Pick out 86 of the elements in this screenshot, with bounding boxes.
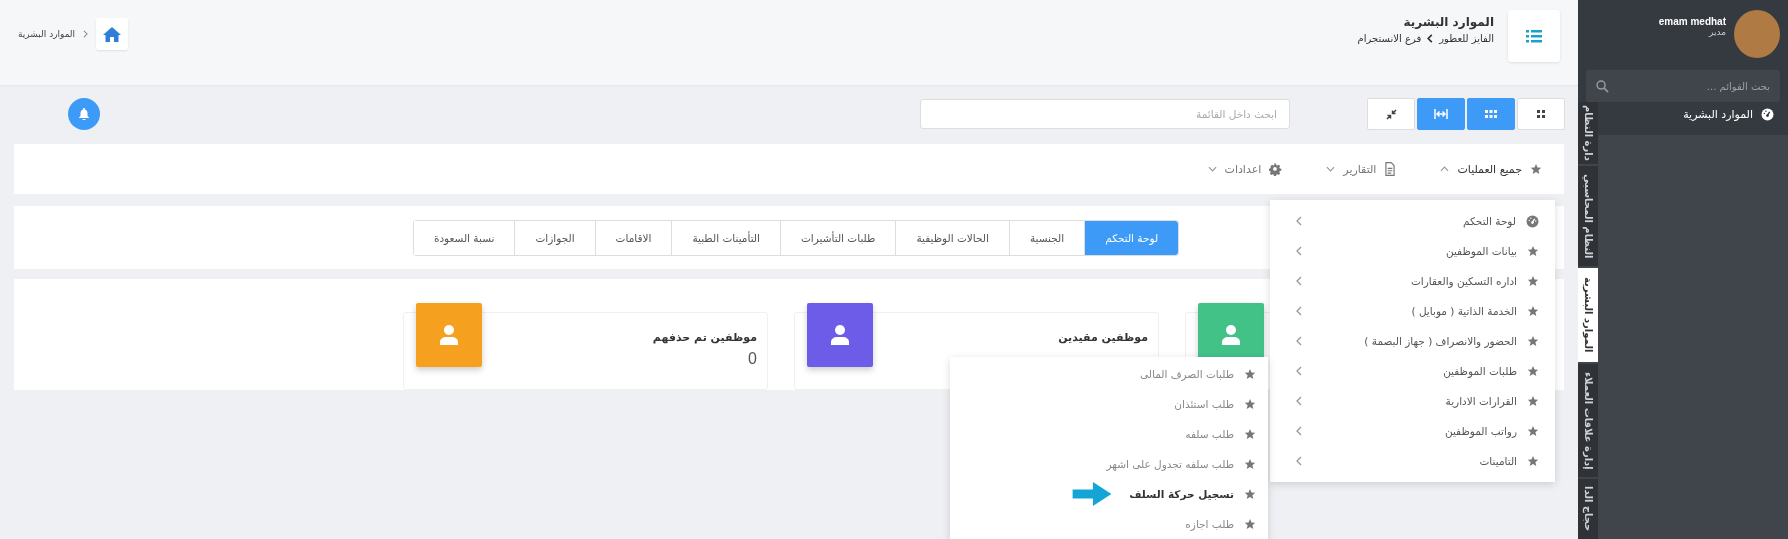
- star-icon: [1244, 458, 1256, 470]
- menu-item[interactable]: الخدمة الذاتية ( موبايل ): [1270, 296, 1555, 326]
- user-icon: [440, 325, 458, 345]
- user-role: مدير: [1709, 27, 1726, 37]
- chevron-left-icon: [1296, 216, 1302, 226]
- chevron-left-icon: [1296, 396, 1302, 406]
- sidebar-item[interactable]: الموارد البشرية: [1598, 102, 1788, 135]
- settings-icon: [1269, 162, 1283, 176]
- page-title: الموارد البشرية: [1402, 15, 1494, 29]
- star-icon: [1527, 335, 1539, 347]
- stat-value: 0: [748, 350, 757, 368]
- chevron-left-icon: [1296, 306, 1302, 316]
- search-icon: [1596, 80, 1609, 93]
- submenu-item[interactable]: طلب سلفه: [950, 419, 1268, 449]
- star-icon: [1527, 455, 1539, 467]
- star-icon: [1244, 518, 1256, 530]
- menu-button[interactable]: [1508, 10, 1560, 62]
- chevron-left-icon: [1296, 276, 1302, 286]
- bell-icon: [79, 108, 89, 120]
- user-icon: [831, 325, 849, 345]
- menu-item[interactable]: رواتب الموظفين: [1270, 416, 1555, 446]
- star-icon: [1244, 398, 1256, 410]
- menu-item[interactable]: لوحة التحكم: [1270, 206, 1555, 236]
- stat-title: موظفين مقيدين: [1058, 331, 1148, 344]
- submenu-item[interactable]: طلبات الصرف المالى: [950, 359, 1268, 389]
- chevron-down-icon: [1326, 166, 1336, 172]
- chevron-right-icon: [83, 30, 89, 38]
- home-button[interactable]: [96, 18, 129, 50]
- expand-width-icon: [1434, 109, 1448, 119]
- menu-item[interactable]: التامينات: [1270, 446, 1555, 476]
- document-icon: [1384, 162, 1397, 176]
- arrow-icon: [1072, 482, 1112, 506]
- module-tab[interactable]: حجاج الدا: [1578, 479, 1598, 539]
- submenu-item[interactable]: طلب اجازه: [950, 509, 1268, 539]
- tiles-view-button[interactable]: [1467, 98, 1515, 130]
- menu-item[interactable]: جميع العمليات: [1440, 162, 1542, 176]
- apps-icon: [1485, 110, 1497, 118]
- full-width-button[interactable]: [1417, 98, 1465, 130]
- grid-view-button[interactable]: [1517, 98, 1565, 130]
- star-icon: [1527, 395, 1539, 407]
- chevron-left-icon: [1296, 366, 1302, 376]
- compress-button[interactable]: [1367, 98, 1415, 130]
- home-icon: [103, 26, 122, 42]
- breadcrumb-link[interactable]: فرع الانستجرام: [1357, 33, 1422, 44]
- avatar: [1734, 10, 1780, 58]
- menu-item[interactable]: التقارير: [1326, 162, 1397, 176]
- star-icon: [1244, 488, 1256, 500]
- menu-item[interactable]: اداره التسكين والعقارات: [1270, 266, 1555, 296]
- submenu-item[interactable]: طلب سلفه تجدول على اشهر: [950, 449, 1268, 479]
- user-icon: [1222, 325, 1240, 345]
- chevron-left-icon: [1427, 34, 1434, 43]
- chevron-left-icon: [1296, 456, 1302, 466]
- chevron-down-icon: [1207, 166, 1217, 172]
- chevron-left-icon: [1296, 426, 1302, 436]
- submenu-item[interactable]: طلب استئذان: [950, 389, 1268, 419]
- star-icon: [1530, 163, 1542, 175]
- module-tab[interactable]: دارة النظام: [1578, 102, 1598, 166]
- menu-item[interactable]: القرارات الادارية: [1270, 386, 1555, 416]
- list-icon: [1526, 29, 1542, 43]
- chevron-up-icon: [1440, 166, 1450, 172]
- stat-title: موظفين تم حذفهم: [652, 331, 757, 344]
- user-name: emam medhat: [1658, 16, 1726, 27]
- menu-item[interactable]: الحضور والانصراف ( جهاز البصمة ): [1270, 326, 1555, 356]
- star-icon: [1244, 428, 1256, 440]
- star-icon: [1244, 368, 1256, 380]
- menu-item[interactable]: اعدادات: [1207, 162, 1283, 176]
- star-icon: [1527, 245, 1539, 257]
- breadcrumb-link[interactable]: الفايز للعطور: [1439, 33, 1494, 44]
- gauge-icon: [1526, 214, 1539, 228]
- list-search-field[interactable]: ابحث داخل القائمة: [920, 99, 1290, 129]
- menu-item[interactable]: طلبات الموظفين: [1270, 356, 1555, 386]
- notifications-button[interactable]: [68, 98, 100, 130]
- grid-icon: [1536, 109, 1546, 119]
- star-icon: [1527, 425, 1539, 437]
- chevron-left-icon: [1296, 336, 1302, 346]
- star-icon: [1527, 275, 1539, 287]
- menu-item[interactable]: بيانات الموظفين: [1270, 236, 1555, 266]
- module-tab[interactable]: الموارد البشرية: [1578, 268, 1598, 364]
- star-icon: [1527, 305, 1539, 317]
- chevron-left-icon: [1296, 246, 1302, 256]
- star-icon: [1527, 365, 1539, 377]
- breadcrumb-link[interactable]: الموارد البشرية: [18, 29, 76, 39]
- module-tab[interactable]: إدارة علاقات العملاء: [1578, 364, 1598, 479]
- gauge-icon: [1761, 108, 1774, 121]
- compress-icon: [1385, 108, 1397, 120]
- menu-search-field[interactable]: بحث القوائم ...: [1586, 70, 1780, 102]
